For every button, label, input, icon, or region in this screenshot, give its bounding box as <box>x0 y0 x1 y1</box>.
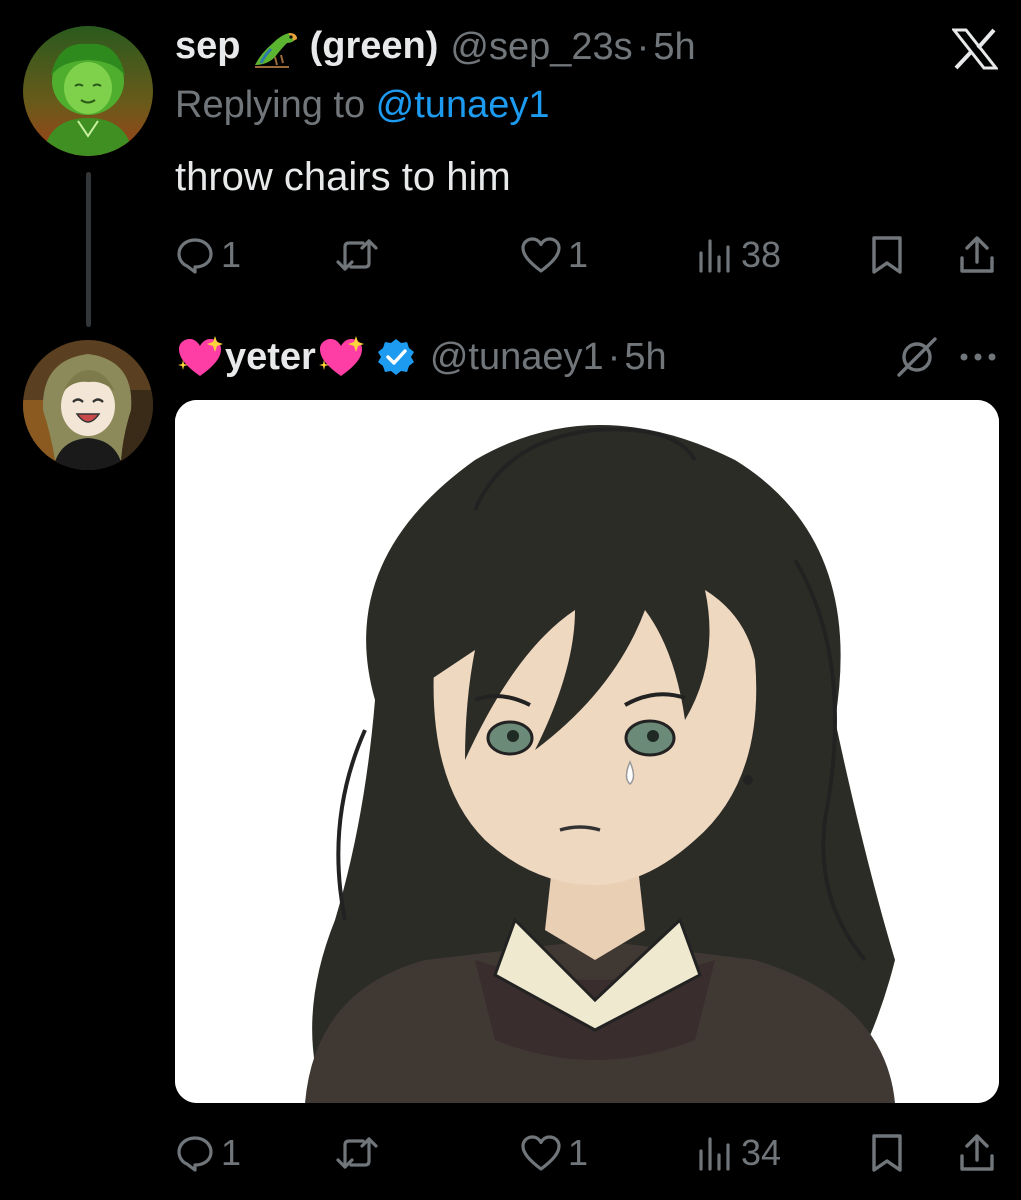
share-button[interactable] <box>957 230 997 280</box>
retweet-button[interactable] <box>335 1128 379 1178</box>
more-icon[interactable] <box>956 350 1000 364</box>
bookmark-icon <box>872 1134 902 1172</box>
tweet-2-actions: 1 1 34 <box>175 1128 1005 1178</box>
separator-dot: · <box>636 25 650 68</box>
tweet-1-header: sep (green) @sep_23s · 5h <box>175 22 696 72</box>
like-icon <box>521 237 561 273</box>
avatar-yeter[interactable] <box>23 340 153 470</box>
views-count: 34 <box>741 1132 782 1173</box>
bookmark-icon <box>872 236 902 274</box>
reply-button[interactable]: 1 <box>175 230 241 280</box>
grok-icon[interactable] <box>895 335 939 379</box>
retweet-button[interactable] <box>335 230 379 280</box>
tweet-media-image[interactable] <box>175 400 999 1103</box>
reply-icon <box>177 1136 213 1172</box>
tweet-2-header: yeter @tunaey1 · 5h <box>175 332 667 382</box>
share-icon <box>960 1134 994 1171</box>
like-count: 1 <box>568 1132 589 1173</box>
parrot-emoji-icon <box>255 33 298 69</box>
retweet-icon <box>336 239 378 271</box>
display-name-part: (green) <box>309 24 439 67</box>
handle[interactable]: @tunaey1 <box>430 336 604 379</box>
bookmark-button[interactable] <box>868 230 906 280</box>
avatar-sep[interactable] <box>23 26 153 156</box>
handle[interactable]: @sep_23s <box>450 26 632 69</box>
display-name-yeter[interactable]: yeter <box>175 334 366 380</box>
thread-line <box>86 172 91 327</box>
replying-to: Replying to @tunaey1 <box>175 84 549 127</box>
reply-count: 1 <box>221 1132 242 1173</box>
tweet-1-actions: 1 1 38 <box>175 230 1005 280</box>
reply-button[interactable]: 1 <box>175 1128 241 1178</box>
like-button[interactable]: 1 <box>520 230 588 280</box>
verified-badge-icon[interactable] <box>376 337 416 377</box>
views-icon <box>699 1137 730 1171</box>
like-icon <box>521 1135 561 1171</box>
timestamp[interactable]: 5h <box>653 26 695 69</box>
display-name-text: yeter <box>225 335 316 378</box>
separator-dot: · <box>607 335 621 378</box>
replying-to-label: Replying to <box>175 84 376 126</box>
bookmark-button[interactable] <box>868 1128 906 1178</box>
retweet-icon <box>336 1137 378 1169</box>
x-logo-icon[interactable] <box>952 28 998 70</box>
sparkling-heart-icon <box>178 336 223 376</box>
views-button[interactable]: 38 <box>695 230 781 280</box>
share-button[interactable] <box>957 1128 997 1178</box>
display-name-sep[interactable]: sep (green) <box>175 25 438 70</box>
replying-to-mention[interactable]: @tunaey1 <box>376 84 550 126</box>
tweet-text: throw chairs to him <box>175 155 511 199</box>
views-count: 38 <box>741 234 782 275</box>
views-icon <box>699 239 730 273</box>
reply-count: 1 <box>221 234 242 275</box>
sparkling-heart-icon <box>318 336 364 376</box>
reply-icon <box>177 238 213 274</box>
views-button[interactable]: 34 <box>695 1128 781 1178</box>
timestamp[interactable]: 5h <box>624 336 666 379</box>
like-count: 1 <box>568 234 589 275</box>
display-name-part: sep <box>175 24 241 67</box>
share-icon <box>960 236 994 273</box>
like-button[interactable]: 1 <box>520 1128 588 1178</box>
